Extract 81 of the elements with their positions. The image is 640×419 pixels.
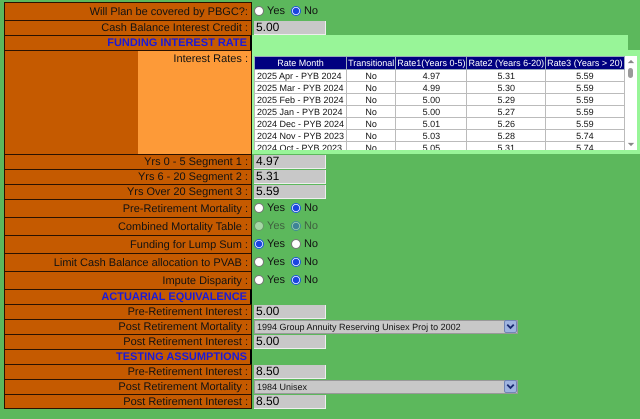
field-label: Post Retirement Interest :: [123, 396, 248, 408]
table-cell: No: [346, 94, 396, 106]
table-cell: 2025 Jan - PYB 2024: [254, 106, 347, 118]
table-cell: No: [346, 70, 396, 82]
radio-option[interactable]: No: [290, 202, 318, 214]
radio-option[interactable]: No: [290, 256, 318, 268]
radio-option[interactable]: No: [290, 274, 318, 286]
table-cell: 5.59: [546, 106, 624, 118]
table-cell: 5.31: [466, 70, 546, 82]
column-header: Rate1(Years 0-5): [396, 56, 467, 70]
table-cell: 2025 Apr - PYB 2024: [254, 70, 347, 82]
table-cell: No: [346, 82, 396, 94]
field-label: Yrs Over 20 Segment 3 :: [126, 186, 248, 198]
radio-option[interactable]: Yes: [254, 202, 285, 214]
table-cell: No: [346, 106, 396, 118]
radio-option[interactable]: Yes: [254, 256, 285, 268]
table-cell: 5.00: [396, 94, 467, 106]
field-label: Combined Mortality Table :: [118, 220, 248, 232]
table-cell: 5.28: [466, 130, 546, 142]
table-cell: 2024 Dec - PYB 2024: [254, 118, 347, 130]
scroll-down-icon[interactable]: [626, 142, 635, 147]
section-heading: FUNDING INTEREST RATE: [107, 37, 247, 49]
radio-option[interactable]: No: [290, 238, 318, 250]
field-label: Post Retirement Mortality :: [118, 321, 248, 333]
field-label: Pre-Retirement Interest :: [128, 306, 248, 318]
column-header: Rate Month: [254, 56, 347, 70]
radio-option[interactable]: Yes: [254, 274, 285, 286]
field-label: Interest Rates :: [173, 53, 248, 65]
scrollbar[interactable]: [624, 56, 637, 150]
caret-icon: [504, 320, 517, 333]
table-cell: 5.30: [466, 82, 546, 94]
input-field[interactable]: 5.00: [254, 304, 326, 318]
input-field[interactable]: 5.00: [254, 334, 326, 348]
table-cell: 2025 Feb - PYB 2024: [254, 94, 347, 106]
table-cell: 5.59: [546, 94, 624, 106]
scroll-thumb[interactable]: [628, 68, 634, 78]
table-cell: 5.59: [546, 70, 624, 82]
input-field[interactable]: 8.50: [254, 364, 326, 378]
column-header: Rate3 (Years > 20): [546, 56, 624, 70]
table-cell: 5.03: [396, 130, 467, 142]
input-field[interactable]: 4.97: [254, 154, 326, 168]
table-cell: 2024 Nov - PYB 2023: [254, 130, 347, 142]
field-label: Post Retirement Interest :: [123, 336, 248, 348]
radio-option[interactable]: Yes: [254, 5, 285, 17]
table-cell: 5.74: [546, 130, 624, 142]
table-cell: 5.59: [546, 118, 624, 130]
input-field[interactable]: 8.50: [254, 394, 326, 408]
table-cell: 5.26: [466, 118, 546, 130]
column-header: Rate2 (Years 6-20): [466, 56, 546, 70]
dropdown[interactable]: 1984 Unisex: [254, 380, 518, 394]
input-field[interactable]: 5.00: [254, 20, 326, 34]
section-heading: TESTING ASSUMPTIONS: [116, 351, 247, 363]
table-cell: 5.01: [396, 118, 467, 130]
scroll-up-icon[interactable]: [626, 59, 635, 64]
table-cell: 5.00: [396, 106, 467, 118]
field-label: Limit Cash Balance allocation to PVAB :: [54, 256, 248, 268]
table-cell: No: [346, 118, 396, 130]
table-cell: 5.29: [466, 94, 546, 106]
field-label: Yrs 6 - 20 Segment 2 :: [138, 171, 248, 183]
field-label: Impute Disparity :: [162, 274, 248, 286]
input-field[interactable]: 5.59: [254, 184, 326, 198]
radio-option[interactable]: No: [290, 5, 318, 17]
field-label: Funding for Lump Sum :: [130, 238, 248, 250]
table-cell: 5.27: [466, 106, 546, 118]
field-label: Post Retirement Mortality :: [118, 381, 248, 393]
table-cell: No: [346, 130, 396, 142]
radio-option[interactable]: Yes: [254, 238, 285, 250]
field-label: Pre-Retirement Mortality :: [122, 202, 248, 214]
input-field[interactable]: 5.31: [254, 170, 326, 184]
table-cell: 5.59: [546, 82, 624, 94]
dropdown[interactable]: 1994 Group Annuity Reserving Unisex Proj to 2002: [254, 320, 518, 334]
section-heading: ACTUARIAL EQUIVALENCE: [101, 291, 247, 303]
field-label: Pre-Retirement Interest :: [128, 366, 248, 378]
field-label: Yrs 0 - 5 Segment 1 :: [144, 156, 248, 168]
table-cell: 4.97: [396, 70, 467, 82]
field-label: Will Plan be covered by PBGC?:: [90, 6, 248, 18]
field-label: Cash Balance Interest Credit :: [101, 22, 248, 34]
table-cell: 4.99: [396, 82, 467, 94]
table-cell: 2025 Mar - PYB 2024: [254, 82, 347, 94]
column-header: Transitional: [346, 56, 396, 70]
caret-icon: [504, 380, 517, 393]
